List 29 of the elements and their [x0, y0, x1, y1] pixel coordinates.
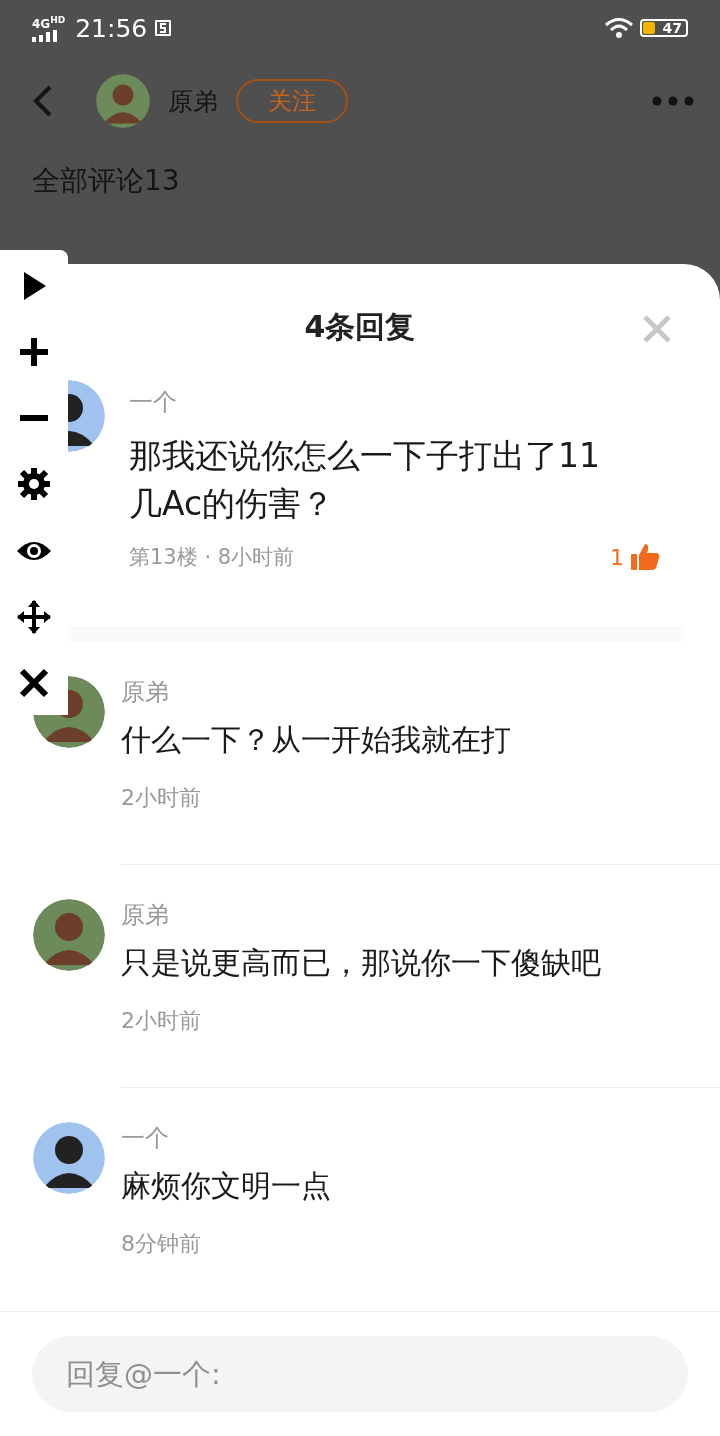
username: 原弟	[168, 85, 218, 118]
reply-author: 原弟	[121, 899, 169, 931]
move-icon[interactable]	[16, 598, 52, 635]
sheet-title: 4条回复	[304, 307, 416, 346]
reply-time: 2小时前	[121, 783, 201, 812]
avatar-icon[interactable]	[33, 898, 105, 971]
reply-author: 原弟	[121, 676, 169, 708]
clock-time: 21:56	[75, 13, 148, 43]
settings-icon[interactable]	[16, 466, 52, 503]
reply-time: 2小时前	[121, 1006, 201, 1035]
like-count: 1	[610, 544, 624, 570]
thumbs-up-icon[interactable]	[630, 542, 660, 573]
reply-input[interactable]: 回复@一个:	[32, 1335, 688, 1412]
comment-meta: 第13楼 · 8小时前	[129, 544, 295, 572]
signal-icon	[32, 30, 60, 42]
reply-text: 麻烦你文明一点	[121, 1166, 331, 1205]
screenshot-icon	[153, 18, 174, 38]
network-label: 4G$^{HD}$	[32, 14, 66, 30]
comment-author: 一个	[129, 387, 178, 419]
reply-author: 一个	[121, 1122, 169, 1154]
battery-icon: 47	[640, 19, 688, 37]
comment-text: 那我还说你怎么一下子打出了11几Ac的伤害？	[129, 435, 601, 526]
reply-text: 什么一下？从一开始我就在打	[121, 720, 511, 759]
reply-time: 8分钟前	[121, 1229, 201, 1258]
section-title: 全部评论13	[31, 163, 180, 199]
follow-button[interactable]: 关注	[236, 79, 348, 123]
wifi-icon	[604, 17, 634, 39]
reply-text: 只是说更高而已，那说你一下傻缺吧	[121, 943, 601, 982]
avatar-icon[interactable]	[33, 1121, 105, 1194]
